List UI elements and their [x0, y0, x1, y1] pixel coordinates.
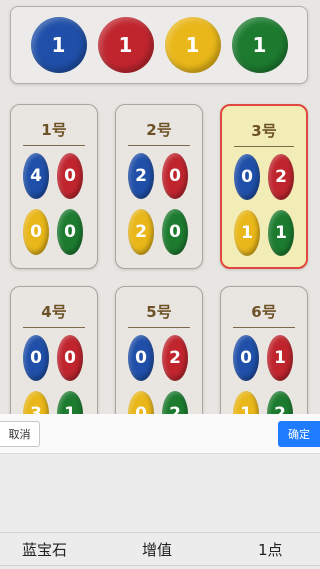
gem-yellow[interactable]: 1: [234, 210, 260, 256]
value-picker: 取消 确定 蓝宝石 增值 1点: [0, 414, 320, 569]
card-title: 1号: [41, 121, 67, 139]
gem-blue[interactable]: 4: [23, 153, 49, 199]
gem-yellow[interactable]: 3: [23, 391, 49, 414]
card-title: 2号: [146, 121, 172, 139]
gem-yellow[interactable]: 1: [233, 391, 259, 414]
confirm-button[interactable]: 确定: [278, 421, 320, 447]
picker-selected-row[interactable]: 蓝宝石 增值 1点: [0, 532, 320, 566]
gem-red[interactable]: 2: [162, 335, 188, 381]
gem-green[interactable]: 2: [162, 391, 188, 414]
gem-green[interactable]: 0: [57, 209, 83, 255]
picker-amount-column[interactable]: 1点: [258, 539, 283, 560]
picker-action-column[interactable]: 增值: [142, 539, 172, 560]
gem-red[interactable]: 0: [162, 153, 188, 199]
card-title: 4号: [41, 303, 67, 321]
gem-blue[interactable]: 0: [128, 335, 154, 381]
card-divider: [234, 146, 294, 147]
gem-blue[interactable]: 0: [233, 335, 259, 381]
player-card-1[interactable]: 1号 4 0 0 0: [10, 104, 98, 269]
game-board: 1 1 1 1 1号 4 0 0 0 2号 2 0 2 0 3号 0 2 1 1: [0, 0, 320, 414]
card-divider: [23, 327, 85, 328]
gem-green[interactable]: 1: [268, 210, 294, 256]
gem-green[interactable]: 0: [162, 209, 188, 255]
gem-red[interactable]: 0: [57, 153, 83, 199]
picker-toolbar: 取消 确定: [0, 414, 320, 454]
card-divider: [23, 145, 85, 146]
gem-yellow[interactable]: 0: [23, 209, 49, 255]
player-card-6[interactable]: 6号 0 1 1 2: [220, 286, 308, 414]
pool-coin-green[interactable]: 1: [231, 17, 288, 73]
gem-blue[interactable]: 0: [23, 335, 49, 381]
pool-coin-yellow[interactable]: 1: [164, 17, 221, 73]
gem-yellow[interactable]: 2: [128, 209, 154, 255]
gem-green[interactable]: 2: [267, 391, 293, 414]
player-card-5[interactable]: 5号 0 2 0 2: [115, 286, 203, 414]
gem-green[interactable]: 1: [57, 391, 83, 414]
gem-red[interactable]: 1: [267, 335, 293, 381]
cancel-button[interactable]: 取消: [0, 421, 40, 447]
pool-coin-blue[interactable]: 1: [30, 17, 87, 73]
card-divider: [233, 327, 295, 328]
player-card-3[interactable]: 3号 0 2 1 1: [220, 104, 308, 269]
player-card-4[interactable]: 4号 0 0 3 1: [10, 286, 98, 414]
gem-red[interactable]: 2: [268, 154, 294, 200]
pool-coin-red[interactable]: 1: [97, 17, 154, 73]
gem-blue[interactable]: 0: [234, 154, 260, 200]
card-divider: [128, 145, 190, 146]
player-card-2[interactable]: 2号 2 0 2 0: [115, 104, 203, 269]
gem-red[interactable]: 0: [57, 335, 83, 381]
card-title: 3号: [251, 122, 277, 140]
card-title: 6号: [251, 303, 277, 321]
card-title: 5号: [146, 303, 172, 321]
gem-blue[interactable]: 2: [128, 153, 154, 199]
gem-yellow[interactable]: 0: [128, 391, 154, 414]
coin-pool: 1 1 1 1: [10, 6, 308, 84]
card-divider: [128, 327, 190, 328]
picker-item-column[interactable]: 蓝宝石: [22, 539, 67, 560]
